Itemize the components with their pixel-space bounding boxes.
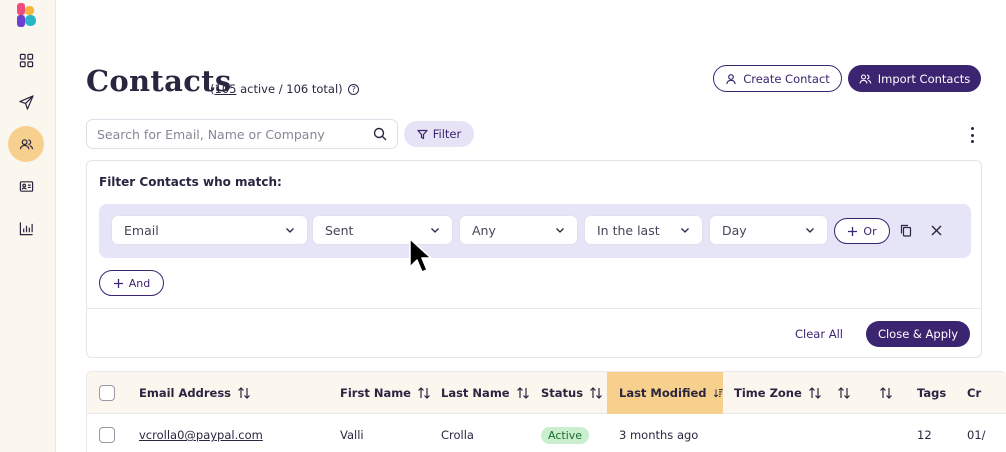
contacts-icon — [19, 138, 33, 149]
tags-cell: 12 — [917, 428, 932, 442]
sort-icon — [838, 387, 850, 399]
remove-rule-button[interactable] — [928, 222, 944, 238]
funnel-icon — [417, 129, 428, 139]
filter-rule-row: Email Sent Any In the last Day Or — [99, 204, 971, 258]
chevron-down-icon — [286, 228, 294, 233]
chevron-down-icon — [556, 228, 564, 233]
more-options-icon[interactable] — [967, 127, 977, 143]
close-apply-button[interactable]: Close & Apply — [866, 321, 970, 347]
people-icon — [859, 73, 872, 84]
bar-chart-icon — [19, 221, 33, 235]
plus-icon — [113, 278, 123, 288]
rule-unit-select[interactable]: Day — [709, 215, 828, 245]
sort-icon — [418, 387, 430, 399]
first-name-cell: Valli — [340, 428, 364, 442]
column-header-time-zone[interactable]: Time Zone — [734, 372, 822, 414]
divider — [87, 308, 981, 309]
select-all-checkbox-cell — [99, 372, 115, 414]
table-row[interactable]: vcrolla0@paypal.com Valli Crolla Active … — [87, 414, 1006, 452]
chevron-down-icon — [431, 228, 439, 233]
id-card-icon — [19, 180, 33, 192]
last-name-cell: Crolla — [441, 428, 474, 442]
column-header-status[interactable]: Status — [541, 372, 603, 414]
search-input[interactable] — [97, 126, 373, 142]
column-header-tags[interactable]: Tags — [917, 372, 946, 414]
column-header-last-modified[interactable]: Last Modified — [607, 372, 723, 414]
nav-profiles[interactable] — [8, 168, 44, 204]
table-header: Email Address First Name Last Name Statu… — [87, 372, 1006, 414]
add-and-button[interactable]: And — [99, 270, 164, 296]
copy-icon — [900, 224, 912, 237]
paper-plane-icon — [18, 94, 34, 110]
duplicate-rule-button[interactable] — [898, 222, 914, 238]
column-header-last-name[interactable]: Last Name — [441, 372, 530, 414]
create-contact-button[interactable]: Create Contact — [713, 65, 842, 92]
main-content: Contacts (105 active / 106 total) ? Crea… — [56, 0, 1006, 452]
search-box — [86, 119, 398, 149]
rule-qualifier-select[interactable]: Any — [459, 215, 578, 245]
rule-field-select[interactable]: Email — [111, 215, 308, 245]
plus-icon — [848, 226, 858, 236]
column-header-unlabeled-2[interactable] — [879, 372, 893, 414]
chevron-down-icon — [806, 228, 814, 233]
status-cell: Active — [541, 414, 590, 452]
close-icon — [931, 225, 941, 235]
row-checkbox-cell — [99, 414, 115, 452]
nav-reports[interactable] — [8, 210, 44, 246]
last-modified-cell: 3 months ago — [619, 428, 699, 442]
sort-icon — [238, 387, 250, 399]
sort-icon — [880, 387, 892, 399]
email-link[interactable]: vcrolla0@paypal.com — [139, 414, 263, 452]
column-header-email[interactable]: Email Address — [139, 372, 251, 414]
help-icon[interactable]: ? — [348, 84, 360, 95]
mouse-cursor-icon — [409, 238, 432, 273]
search-icon[interactable] — [373, 127, 387, 141]
filter-button[interactable]: Filter — [404, 121, 474, 147]
sort-icon — [590, 387, 603, 399]
clear-all-button[interactable]: Clear All — [795, 327, 843, 341]
nav-dashboard[interactable] — [8, 42, 44, 78]
grid-icon — [19, 53, 33, 67]
column-header-unlabeled-1[interactable] — [837, 372, 851, 414]
sort-icon — [516, 387, 529, 399]
select-all-checkbox[interactable] — [99, 385, 115, 401]
created-cell: 01/ — [967, 428, 986, 442]
filter-heading: Filter Contacts who match: — [99, 175, 282, 189]
contacts-table: Email Address First Name Last Name Statu… — [86, 371, 1006, 452]
sort-descending-icon — [713, 389, 723, 398]
person-icon — [726, 73, 736, 84]
rule-window-select[interactable]: In the last — [584, 215, 703, 245]
active-count-link[interactable]: 105 — [215, 82, 237, 96]
chevron-down-icon — [681, 228, 689, 233]
import-contacts-button[interactable]: Import Contacts — [848, 65, 981, 92]
sort-icon — [808, 387, 821, 399]
row-checkbox[interactable] — [99, 427, 115, 443]
app-logo-icon[interactable] — [16, 3, 38, 27]
sidebar — [0, 0, 56, 452]
add-or-button[interactable]: Or — [834, 218, 890, 244]
contact-count: (105 active / 106 total) ? — [210, 82, 360, 96]
nav-campaigns[interactable] — [8, 84, 44, 120]
column-header-first-name[interactable]: First Name — [340, 372, 431, 414]
status-badge: Active — [541, 426, 590, 444]
column-header-created[interactable]: Cr — [967, 372, 981, 414]
nav-contacts[interactable] — [8, 126, 44, 162]
filter-panel: Filter Contacts who match: Email Sent An… — [86, 160, 982, 358]
